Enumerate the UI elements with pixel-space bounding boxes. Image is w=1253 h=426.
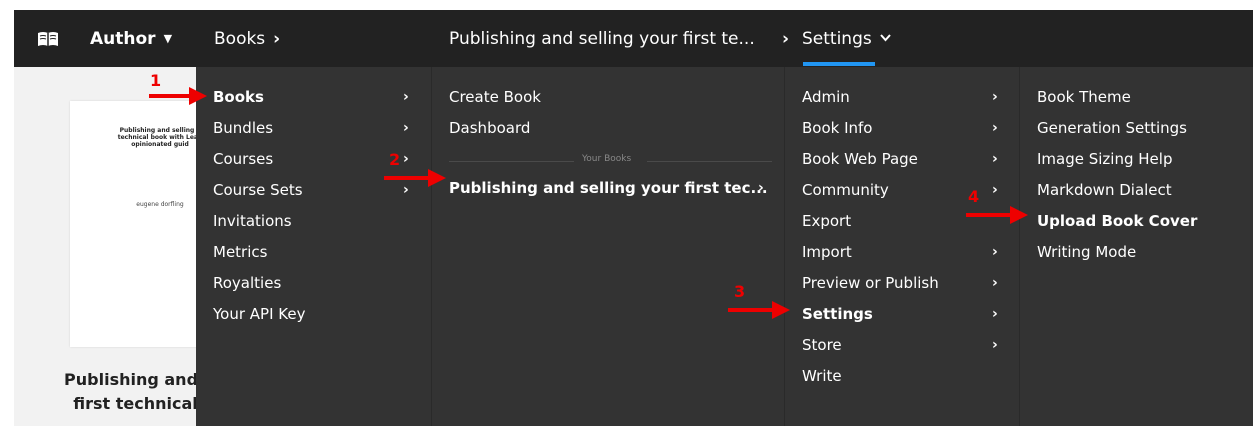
menu-item-dashboard[interactable]: Dashboard <box>449 112 530 143</box>
chevron-right-icon: › <box>273 28 281 49</box>
divider <box>647 161 772 162</box>
chevron-right-icon: › <box>403 88 409 105</box>
settings-label: Settings <box>802 28 872 49</box>
author-menu-button[interactable]: Author ▼ <box>90 10 172 67</box>
menu-item-import[interactable]: Import <box>802 236 852 267</box>
chevron-right-icon: › <box>992 274 998 291</box>
app-frame: Author ▼ Books › Publishing and selling … <box>14 10 1253 426</box>
menu-item-royalties[interactable]: Royalties <box>213 267 281 298</box>
menu-item-course-sets[interactable]: Course Sets <box>213 174 303 205</box>
menu-item-courses[interactable]: Courses <box>213 143 273 174</box>
menu-item-invitations[interactable]: Invitations <box>213 205 292 236</box>
chevron-right-icon: › <box>758 179 764 196</box>
menu-item-bundles[interactable]: Bundles <box>213 112 273 143</box>
chevron-down-icon <box>879 32 891 45</box>
caret-down-icon: ▼ <box>163 32 173 45</box>
author-label: Author <box>90 28 156 49</box>
your-books-group-label: Your Books <box>432 154 772 168</box>
menu-item-books[interactable]: Books <box>213 81 264 112</box>
book-menu-panel: Admin Book Info Book Web Page Community … <box>784 67 1020 426</box>
top-navigation-bar: Author ▼ Books › Publishing and selling … <box>14 10 1253 67</box>
book-cover-card[interactable]: Publishing and selling y technical book w… <box>70 101 210 347</box>
menu-item-markdown-dialect[interactable]: Markdown Dialect <box>1037 174 1172 205</box>
step-2-arrow <box>384 169 446 187</box>
chevron-right-icon: › <box>992 243 998 260</box>
chevron-right-icon: › <box>403 119 409 136</box>
active-tab-indicator <box>803 62 875 66</box>
menu-item-api-key[interactable]: Your API Key <box>213 298 305 329</box>
menu-item-metrics[interactable]: Metrics <box>213 236 267 267</box>
breadcrumb-separator-icon: › <box>782 28 790 49</box>
books-breadcrumb-label: Books <box>214 28 266 49</box>
chevron-right-icon: › <box>992 336 998 353</box>
step-4-arrow <box>966 206 1028 224</box>
menu-item-book-info[interactable]: Book Info <box>802 112 873 143</box>
menu-item-upload-book-cover[interactable]: Upload Book Cover <box>1037 205 1197 236</box>
settings-menu-button[interactable]: Settings <box>802 10 891 67</box>
menu-item-community[interactable]: Community <box>802 174 889 205</box>
chevron-right-icon: › <box>992 181 998 198</box>
chevron-right-icon: › <box>992 88 998 105</box>
divider <box>449 161 574 162</box>
menu-item-writing-mode[interactable]: Writing Mode <box>1037 236 1136 267</box>
author-menu-panel: Books Bundles Courses Course Sets Invita… <box>196 67 431 426</box>
open-book-icon[interactable] <box>34 10 62 67</box>
menu-item-export[interactable]: Export <box>802 205 851 236</box>
menu-item-write[interactable]: Write <box>802 360 842 391</box>
menu-item-book-publishing[interactable]: Publishing and selling your first tec... <box>449 172 768 203</box>
menu-item-book-theme[interactable]: Book Theme <box>1037 81 1131 112</box>
menu-item-create-book[interactable]: Create Book <box>449 81 541 112</box>
group-label-text: Your Books <box>582 154 632 164</box>
chevron-right-icon: › <box>992 119 998 136</box>
menu-item-book-web-page[interactable]: Book Web Page <box>802 143 918 174</box>
menu-item-store[interactable]: Store <box>802 329 842 360</box>
book-breadcrumb-link[interactable]: Publishing and selling your first te... <box>449 10 755 67</box>
menu-item-image-sizing-help[interactable]: Image Sizing Help <box>1037 143 1172 174</box>
settings-menu-panel: Book Theme Generation Settings Image Siz… <box>1019 67 1253 426</box>
step-3-arrow <box>728 301 790 319</box>
chevron-right-icon: › <box>992 150 998 167</box>
books-breadcrumb-button[interactable]: Books › <box>214 10 280 67</box>
menu-item-generation-settings[interactable]: Generation Settings <box>1037 112 1187 143</box>
step-1-arrow <box>149 87 207 105</box>
books-menu-panel: Create Book Dashboard Your Books Publish… <box>431 67 785 426</box>
chevron-right-icon: › <box>992 305 998 322</box>
menu-item-admin[interactable]: Admin <box>802 81 850 112</box>
menu-item-settings[interactable]: Settings <box>802 298 873 329</box>
menu-item-preview-publish[interactable]: Preview or Publish <box>802 267 939 298</box>
